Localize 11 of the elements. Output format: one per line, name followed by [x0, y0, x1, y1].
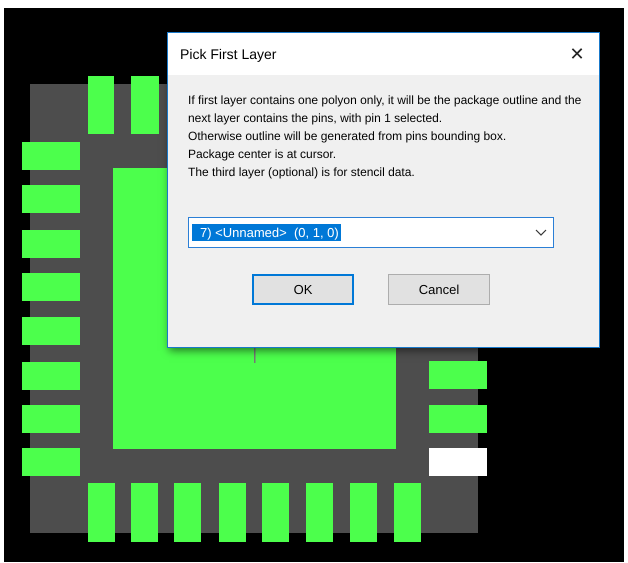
- layer-dropdown[interactable]: 7) <Unnamed> (0, 1, 0): [188, 217, 554, 248]
- message-text: Package center is at cursor.: [188, 146, 338, 163]
- message-text: If first layer contains one polyon only, it will be the package outline and the next layer contains the pins, with pin 1 selected.: [188, 92, 582, 127]
- message-text: Otherwise outline will be generated from pins bounding box.: [188, 128, 508, 145]
- message-text: The third layer (optional) is for stencil data.: [188, 164, 416, 181]
- chevron-icon: [535, 228, 547, 236]
- dialog-button[interactable]: OK: [252, 274, 354, 305]
- dialog-button[interactable]: Cancel: [388, 274, 490, 305]
- dialog-title: Pick First Layer: [180, 46, 276, 62]
- dropdown-value: 7) <Unnamed> (0, 1, 0): [192, 224, 341, 241]
- cursor-mark: [254, 348, 256, 363]
